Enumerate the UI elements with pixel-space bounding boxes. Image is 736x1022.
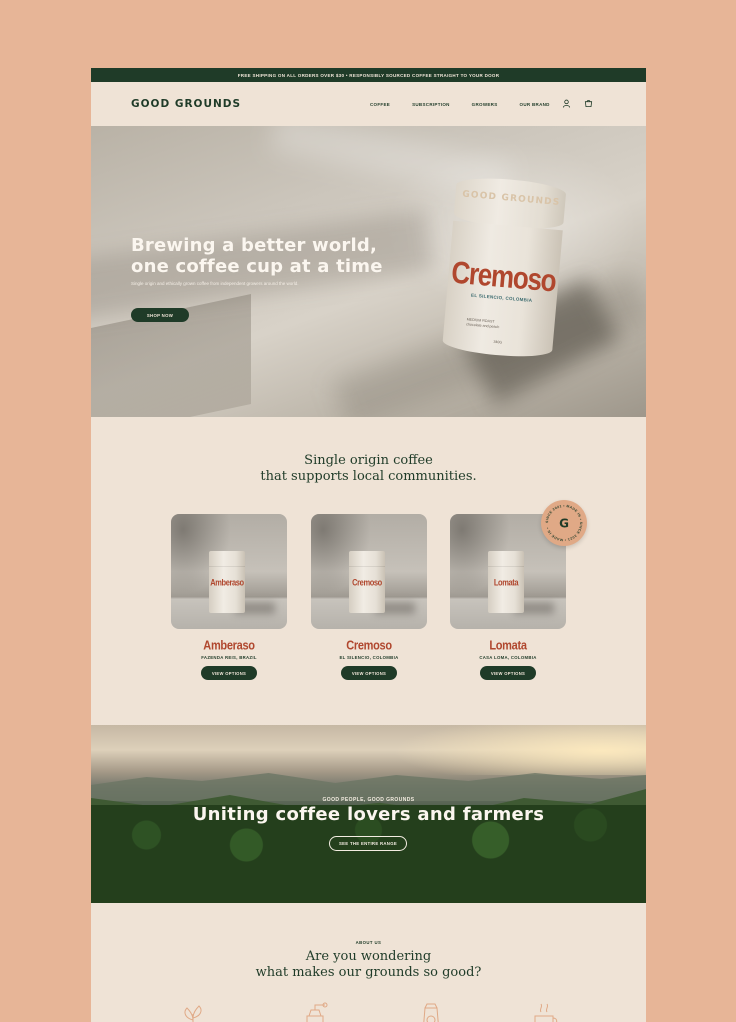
farmers-banner: GOOD PEOPLE, GOOD GROUNDS Uniting coffee… (91, 725, 646, 903)
view-options-button[interactable]: VIEW OPTIONS (341, 666, 397, 680)
hero-title: Brewing a better world, one coffee cup a… (131, 235, 383, 277)
hero-product-can: GOOD GROUNDS Cremoso EL SILENCIO, COLOMB… (441, 174, 580, 368)
coffee-cup-icon (534, 1003, 558, 1022)
product-can: Lomata (488, 551, 524, 613)
product-name[interactable]: Lomata (450, 639, 566, 653)
products-section: Single origin coffee that supports local… (91, 417, 646, 725)
product-origin: CASA LOMA, COLOMBIA (479, 655, 537, 660)
nav-item-our-brand[interactable]: OUR BRAND (520, 102, 550, 107)
see-range-button[interactable]: SEE THE ENTIRE RANGE (329, 836, 407, 851)
brand-seal-icon: SINCE 2021 • MADE IN • SINCE 2021 • MADE… (545, 504, 583, 542)
about-title: Are you wondering what makes our grounds… (255, 949, 482, 980)
site-header: GOOD GROUNDS COFFEE SUBSCRIPTION GROWERS… (91, 82, 646, 126)
nav-item-subscription[interactable]: SUBSCRIPTION (412, 102, 450, 107)
product-origin: FAZENDA REIS, BRAZIL (201, 655, 257, 660)
view-options-button[interactable]: VIEW OPTIONS (480, 666, 536, 680)
product-name[interactable]: Amberaso (171, 639, 287, 653)
product-can: Amberaso (209, 551, 245, 613)
view-options-button[interactable]: VIEW OPTIONS (201, 666, 257, 680)
product-image[interactable]: Cremoso (311, 514, 427, 629)
page-frame: FREE SHIPPING ON ALL ORDERS OVER $30 • R… (91, 68, 646, 1022)
header-icons (562, 99, 593, 108)
banner-eyebrow: GOOD PEOPLE, GOOD GROUNDS (322, 797, 415, 803)
hero-subtitle: Single origin and ethically grown coffee… (131, 281, 299, 286)
about-eyebrow: ABOUT US (355, 940, 382, 945)
announcement-text: FREE SHIPPING ON ALL ORDERS OVER $30 • R… (237, 72, 500, 78)
product-card[interactable]: Cremoso Cremoso EL SILENCIO, COLOMBIA VI… (311, 514, 427, 680)
coffee-grinder-icon (306, 1002, 328, 1022)
coffee-plant-icon (184, 1005, 202, 1022)
can-label: Cremoso EL SILENCIO, COLOMBIA MEDIUM ROA… (441, 220, 563, 360)
products-title: Single origin coffee that supports local… (260, 453, 477, 484)
nav-item-coffee[interactable]: COFFEE (370, 102, 390, 107)
product-image[interactable]: Amberaso (171, 514, 287, 629)
brand-logo[interactable]: GOOD GROUNDS (131, 98, 241, 110)
can-weight: 340G (493, 339, 503, 345)
about-section: ABOUT US Are you wondering what makes ou… (91, 903, 646, 1022)
shop-now-button[interactable]: SHOP NOW (131, 308, 189, 322)
product-card[interactable]: Amberaso Amberaso FAZENDA REIS, BRAZIL V… (171, 514, 287, 680)
coffee-bag-icon (423, 1003, 439, 1022)
badge-letter: G (559, 517, 569, 531)
user-icon[interactable] (562, 99, 571, 108)
nav-item-growers[interactable]: GROWERS (472, 102, 498, 107)
main-nav: COFFEE SUBSCRIPTION GROWERS OUR BRAND (370, 82, 572, 126)
product-name[interactable]: Cremoso (311, 639, 427, 653)
hero-section: Brewing a better world, one coffee cup a… (91, 126, 646, 417)
banner-title: Uniting coffee lovers and farmers (192, 804, 545, 825)
product-origin: EL SILENCIO, COLOMBIA (339, 655, 399, 660)
announcement-bar: FREE SHIPPING ON ALL ORDERS OVER $30 • R… (91, 68, 646, 82)
cart-icon[interactable] (584, 99, 593, 108)
since-badge: SINCE 2021 • MADE IN • SINCE 2021 • MADE… (541, 500, 587, 546)
can-roast: MEDIUM ROAST chocolate and peach (466, 317, 500, 330)
product-can: Cremoso (349, 551, 385, 613)
